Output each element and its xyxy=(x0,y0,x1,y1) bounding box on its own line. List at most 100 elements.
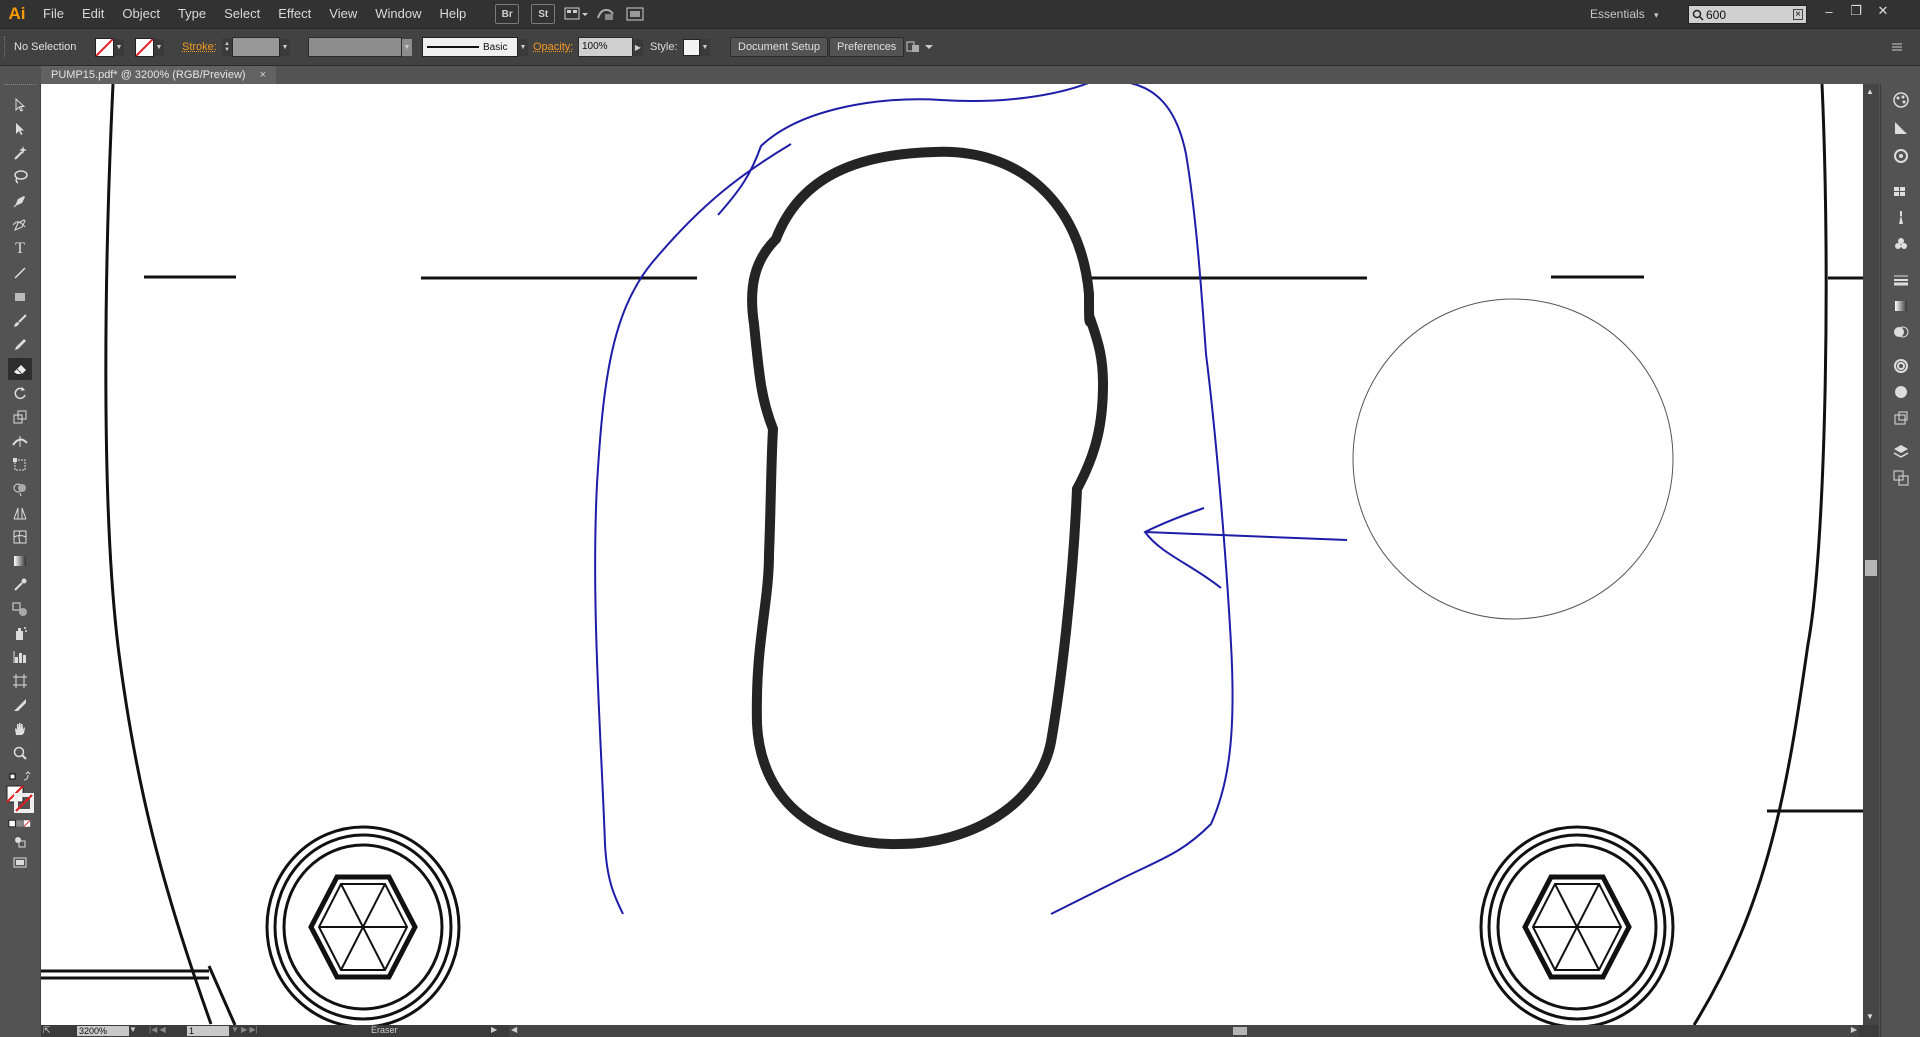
stock-button[interactable]: St xyxy=(531,4,556,24)
symbol-sprayer-tool-icon[interactable] xyxy=(8,622,32,644)
brush-definition-dropdown[interactable]: Basic ▼ xyxy=(422,29,528,65)
color-guide-icon[interactable] xyxy=(1891,118,1911,138)
clear-search-icon[interactable]: × xyxy=(1793,9,1803,20)
menu-edit[interactable]: Edit xyxy=(73,0,113,28)
workspace-switcher[interactable]: Essentials ▾ xyxy=(1590,0,1659,28)
gpu-performance-icon[interactable] xyxy=(593,3,619,25)
appearance-icon[interactable] xyxy=(1891,356,1911,376)
menu-effect[interactable]: Effect xyxy=(269,0,320,28)
gradient-tool-icon[interactable] xyxy=(8,550,32,572)
transparency-icon[interactable] xyxy=(1891,322,1911,342)
swatches-icon[interactable] xyxy=(1891,182,1911,202)
free-transform-tool-icon[interactable] xyxy=(8,454,32,476)
left-lower-edge xyxy=(41,969,209,980)
close-window-button[interactable]: ✕ xyxy=(1870,0,1896,22)
horizontal-scrollbar[interactable]: ◀ ▶ xyxy=(509,1025,1859,1037)
rotate-tool-icon[interactable] xyxy=(8,382,32,404)
layers-icon[interactable] xyxy=(1891,442,1911,462)
scroll-right-icon[interactable]: ▶ xyxy=(1851,1025,1857,1034)
selection-tool-icon[interactable] xyxy=(8,94,32,116)
menu-type[interactable]: Type xyxy=(169,0,215,28)
status-menu-icon[interactable]: ▶ xyxy=(491,1025,497,1034)
status-share-icon[interactable]: ⇱ xyxy=(43,1025,51,1036)
asset-export-icon[interactable] xyxy=(1891,408,1911,428)
menu-help[interactable]: Help xyxy=(430,0,475,28)
slice-tool-icon[interactable] xyxy=(8,694,32,716)
type-tool-icon[interactable]: T xyxy=(8,238,32,260)
fill-color-swatch[interactable]: ▼ xyxy=(95,29,124,65)
search-field[interactable]: × xyxy=(1688,5,1807,24)
opacity-label[interactable]: Opacity: xyxy=(533,29,573,65)
fill-stroke-selector[interactable] xyxy=(5,784,35,814)
stroke-color-swatch[interactable]: ▼ xyxy=(135,29,164,65)
artboard-nav-last-icon[interactable]: ▼ ▶ ▶| xyxy=(231,1025,258,1034)
color-mode-icons[interactable] xyxy=(8,818,32,830)
vertical-scroll-thumb[interactable] xyxy=(1865,560,1877,576)
arrange-icon[interactable] xyxy=(906,29,936,65)
horizontal-scroll-thumb[interactable] xyxy=(1233,1027,1247,1035)
drawing-modes-icon[interactable] xyxy=(8,834,32,850)
menu-view[interactable]: View xyxy=(320,0,366,28)
artboards-icon[interactable] xyxy=(1891,468,1911,488)
variable-width-profile[interactable]: ▼ xyxy=(308,29,412,65)
color-panel-icon[interactable] xyxy=(1891,90,1911,110)
blend-tool-icon[interactable] xyxy=(8,598,32,620)
width-tool-icon[interactable] xyxy=(8,430,32,452)
menu-object[interactable]: Object xyxy=(113,0,169,28)
eraser-tool-icon[interactable] xyxy=(8,358,32,380)
minimize-button[interactable]: – xyxy=(1816,0,1842,22)
scroll-down-icon[interactable]: ▼ xyxy=(1866,1012,1874,1021)
sync-settings-icon[interactable] xyxy=(623,3,649,25)
zoom-tool-icon[interactable] xyxy=(8,742,32,764)
stroke-icon[interactable] xyxy=(1891,270,1911,290)
stroke-label[interactable]: Stroke: xyxy=(182,29,217,65)
gradient-icon[interactable] xyxy=(1891,296,1911,316)
scale-tool-icon[interactable] xyxy=(8,406,32,428)
graphic-style-swatch[interactable]: ▼ xyxy=(683,29,710,65)
direct-selection-tool-icon[interactable] xyxy=(8,118,32,140)
default-fill-stroke-icon[interactable] xyxy=(8,770,32,784)
pen-tool-icon[interactable] xyxy=(8,190,32,212)
paintbrush-tool-icon[interactable] xyxy=(8,310,32,332)
arrange-documents-icon[interactable] xyxy=(563,3,589,25)
scroll-left-icon[interactable]: ◀ xyxy=(511,1025,517,1034)
pencil-tool-icon[interactable] xyxy=(8,334,32,356)
search-input[interactable] xyxy=(1704,7,1786,22)
zoom-level-field[interactable]: 3200% xyxy=(77,1026,129,1036)
document-setup-button[interactable]: Document Setup xyxy=(730,37,828,57)
brushes-icon[interactable] xyxy=(1891,208,1911,228)
column-graph-tool-icon[interactable] xyxy=(8,646,32,668)
libraries-icon[interactable] xyxy=(1891,146,1911,166)
vertical-scrollbar[interactable]: ▲ ▼ xyxy=(1863,84,1879,1025)
artboard-canvas[interactable] xyxy=(41,84,1863,1025)
rectangle-tool-icon[interactable] xyxy=(8,286,32,308)
shape-builder-tool-icon[interactable] xyxy=(8,478,32,500)
artboard-nav-first-icon[interactable]: |◀ ◀ xyxy=(149,1025,166,1034)
menu-window[interactable]: Window xyxy=(366,0,430,28)
opacity-field[interactable]: 100% ▶ xyxy=(578,29,643,65)
artboard-number-field[interactable]: 1 xyxy=(187,1026,229,1036)
screen-mode-icon[interactable] xyxy=(8,854,32,870)
panel-menu-icon[interactable] xyxy=(1890,29,1904,65)
symbols-icon[interactable] xyxy=(1891,234,1911,254)
lasso-tool-icon[interactable] xyxy=(8,166,32,188)
scroll-up-icon[interactable]: ▲ xyxy=(1866,87,1874,96)
menu-file[interactable]: File xyxy=(34,0,73,28)
line-segment-tool-icon[interactable] xyxy=(8,262,32,284)
document-tab[interactable]: PUMP15.pdf* @ 3200% (RGB/Preview) × xyxy=(41,66,277,84)
zoom-dropdown-icon[interactable]: ▼ xyxy=(129,1025,137,1034)
eyedropper-tool-icon[interactable] xyxy=(8,574,32,596)
menu-select[interactable]: Select xyxy=(215,0,269,28)
artboard-tool-icon[interactable] xyxy=(8,670,32,692)
perspective-grid-tool-icon[interactable] xyxy=(8,502,32,524)
close-tab-icon[interactable]: × xyxy=(260,69,266,81)
magic-wand-tool-icon[interactable] xyxy=(8,142,32,164)
mesh-tool-icon[interactable] xyxy=(8,526,32,548)
restore-button[interactable]: ❐ xyxy=(1843,0,1869,22)
bridge-button[interactable]: Br xyxy=(495,4,520,24)
graphic-styles-icon[interactable] xyxy=(1891,382,1911,402)
curvature-tool-icon[interactable] xyxy=(8,214,32,236)
stroke-weight-field[interactable]: ▲ ▼ ▼ xyxy=(222,29,290,65)
hand-tool-icon[interactable] xyxy=(8,718,32,740)
preferences-button[interactable]: Preferences xyxy=(829,37,905,57)
